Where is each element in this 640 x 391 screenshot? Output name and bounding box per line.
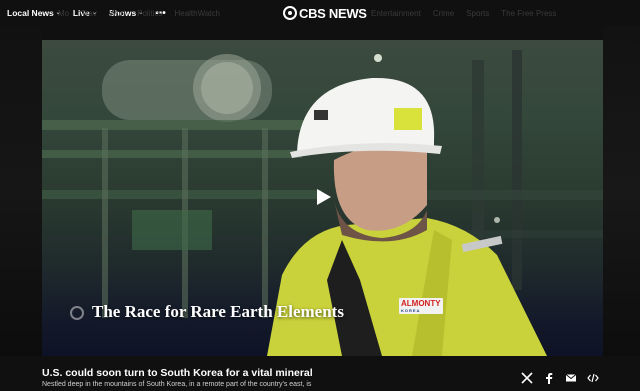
cbs-watermark-icon <box>70 306 84 320</box>
almonty-logo: ALMONTY KOREA <box>399 298 443 314</box>
video-title-overlay: The Race for Rare Earth Elements <box>92 302 344 321</box>
nav-dim-item[interactable]: Politics <box>137 9 162 18</box>
nav-dim-item[interactable]: HealthWatch <box>174 9 220 18</box>
embed-icon[interactable] <box>587 372 599 384</box>
nav-dim-left: Mo Trav Worl Politics HealthWatch <box>58 0 220 26</box>
video-player[interactable]: The Race for Rare Earth Elements ALMONTY… <box>42 40 603 356</box>
brand-badge-text: ALMONTY <box>401 299 441 308</box>
cbs-news-logo[interactable]: CBS NEWS <box>283 4 367 22</box>
side-panel-left <box>0 26 42 356</box>
brand-sub-text: KOREA <box>401 308 421 313</box>
nav-dim-right: Entertainment Crime Sports The Free Pres… <box>371 0 556 26</box>
email-icon[interactable] <box>565 372 577 384</box>
nav-dim-item[interactable]: Trav <box>81 9 97 18</box>
nav-dim-item[interactable]: Entertainment <box>371 9 421 18</box>
nav-dim-item[interactable]: Worl <box>109 9 125 18</box>
nav-dim-item[interactable]: Crime <box>433 9 454 18</box>
play-icon[interactable] <box>316 188 332 206</box>
article-summary: Nestled deep in the mountains of South K… <box>42 381 312 388</box>
top-navigation: Local News ⌄ Live ⌄ Shows ⌄ ••• Mo Trav … <box>0 0 640 26</box>
cbs-eye-icon <box>283 6 297 20</box>
nav-dim-item[interactable]: The Free Press <box>501 9 556 18</box>
nav-local-news[interactable]: Local News ⌄ <box>7 8 61 18</box>
x-icon[interactable] <box>521 372 533 384</box>
nav-dim-item[interactable]: Sports <box>466 9 489 18</box>
facebook-icon[interactable] <box>543 372 555 384</box>
logo-text: CBS NEWS <box>299 5 367 21</box>
nav-dim-item[interactable]: Mo <box>58 9 69 18</box>
article-headline[interactable]: U.S. could soon turn to South Korea for … <box>42 367 313 379</box>
nav-local-news-label: Local News <box>7 8 54 18</box>
side-panel-right <box>603 26 640 356</box>
